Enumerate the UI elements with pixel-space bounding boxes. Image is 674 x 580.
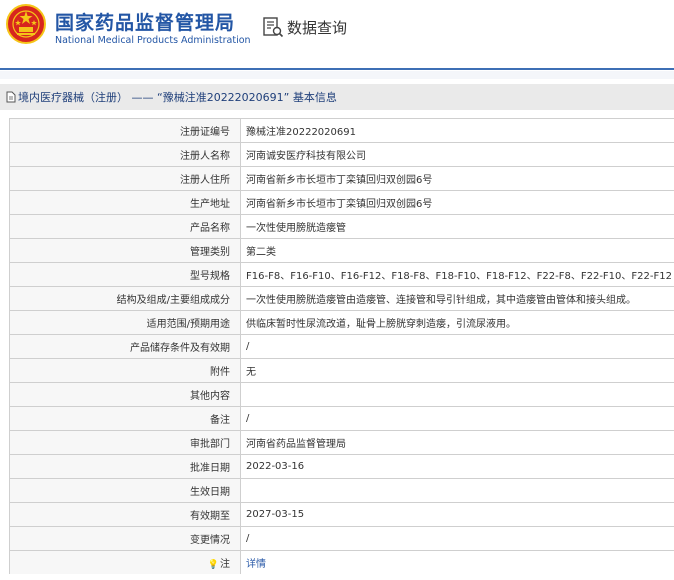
table-row: 生效日期 [9, 478, 674, 503]
field-label: 有效期至 [9, 502, 241, 527]
lightbulb-icon: 💡 [207, 560, 219, 570]
note-label-cell: 💡注 [9, 550, 241, 574]
header-divider [0, 68, 674, 70]
field-value [240, 382, 674, 407]
national-emblem-icon [6, 4, 46, 44]
table-row: 产品名称 一次性使用膀胱造瘘管 [9, 214, 674, 239]
record-title: 境内医疗器械（注册） —— “豫械注准20222020691” 基本信息 [18, 91, 337, 104]
table-row: 附件无 [9, 358, 674, 383]
field-label: 批准日期 [9, 454, 241, 479]
field-label: 注册人住所 [9, 166, 241, 191]
table-row: 型号规格 F16-F8、F16-F10、F16-F12、F18-F8、F18-F1… [9, 262, 674, 287]
table-row: 生产地址 河南省新乡市长垣市丁栾镇回归双创园6号 [9, 190, 674, 215]
table-row: 管理类别 第二类 [9, 238, 674, 263]
table-row: 其他内容 [9, 382, 674, 407]
field-value: 2027-03-15 [240, 502, 674, 527]
field-label: 注册人名称 [9, 142, 241, 167]
field-value: 河南诚安医疗科技有限公司 [240, 142, 674, 167]
record-title-bar: 境内医疗器械（注册） —— “豫械注准20222020691” 基本信息 [0, 84, 674, 110]
table-row: 有效期至 2027-03-15 [9, 502, 674, 527]
field-value: / [240, 406, 674, 431]
field-label: 产品名称 [9, 214, 241, 239]
table-row: 注册人住所 河南省新乡市长垣市丁栾镇回归双创园6号 [9, 166, 674, 191]
field-label: 型号规格 [9, 262, 241, 287]
field-value: 豫械注准20222020691 [240, 118, 674, 143]
document-search-icon [263, 17, 284, 38]
field-label: 审批部门 [9, 430, 241, 455]
field-label: 注册证编号 [9, 118, 241, 143]
field-value: 一次性使用膀胱造瘘管 [240, 214, 674, 239]
field-label: 备注 [9, 406, 241, 431]
site-subtitle: National Medical Products Administration [55, 35, 251, 46]
table-row: 备注 / [9, 406, 674, 431]
header-shadow [0, 71, 674, 79]
field-label: 附件 [9, 358, 241, 383]
field-label: 结构及组成/主要组成成分 [9, 286, 241, 311]
site-title: 国家药品监督管理局 [55, 12, 236, 34]
field-value: 河南省新乡市长垣市丁栾镇回归双创园6号 [240, 190, 674, 215]
note-value-cell: 详情 [240, 550, 674, 574]
field-label: 适用范围/预期用途 [9, 310, 241, 335]
table-row: 注册人名称 河南诚安医疗科技有限公司 [9, 142, 674, 167]
table-row: 适用范围/预期用途 供临床暂时性尿流改道，耻骨上膀胱穿刺造瘘，引流尿液用。 [9, 310, 674, 335]
table-row: 变更情况 / [9, 526, 674, 551]
table-row: 审批部门 河南省药品监督管理局 [9, 430, 674, 455]
query-title: 数据查询 [287, 19, 348, 37]
field-label: 产品储存条件及有效期 [9, 334, 241, 359]
field-value: 一次性使用膀胱造瘘管由造瘘管、连接管和导引针组成，其中造瘘管由管体和接头组成。 [240, 286, 674, 311]
field-value [240, 478, 674, 503]
field-value: F16-F8、F16-F10、F16-F12、F18-F8、F18-F10、F1… [240, 262, 674, 287]
note-label: 注 [220, 559, 230, 570]
table-row: 产品储存条件及有效期 / [9, 334, 674, 359]
field-label: 其他内容 [9, 382, 241, 407]
field-label: 生效日期 [9, 478, 241, 503]
table-row: 批准日期 2022-03-16 [9, 454, 674, 479]
field-value: 河南省新乡市长垣市丁栾镇回归双创园6号 [240, 166, 674, 191]
field-value: 无 [240, 358, 674, 383]
field-value: 供临床暂时性尿流改道，耻骨上膀胱穿刺造瘘，引流尿液用。 [240, 310, 674, 335]
field-label: 生产地址 [9, 190, 241, 215]
field-value: 2022-03-16 [240, 454, 674, 479]
document-icon [6, 91, 16, 103]
device-info-table: 注册证编号 豫械注准20222020691 注册人名称 河南诚安医疗科技有限公司 注册人… [9, 118, 674, 574]
field-value: / [240, 334, 674, 359]
field-value: 河南省药品监督管理局 [240, 430, 674, 455]
site-header: 国家药品监督管理局 National Medical Products Admi… [0, 0, 674, 68]
details-link[interactable]: 详情 [246, 559, 266, 570]
field-label: 变更情况 [9, 526, 241, 551]
note-row: 💡注 详情 [9, 550, 674, 574]
table-row: 结构及组成/主要组成成分 一次性使用膀胱造瘘管由造瘘管、连接管和导引针组成，其中造… [9, 286, 674, 311]
table-row: 注册证编号 豫械注准20222020691 [9, 118, 674, 143]
field-value: 第二类 [240, 238, 674, 263]
field-label: 管理类别 [9, 238, 241, 263]
field-value: / [240, 526, 674, 551]
